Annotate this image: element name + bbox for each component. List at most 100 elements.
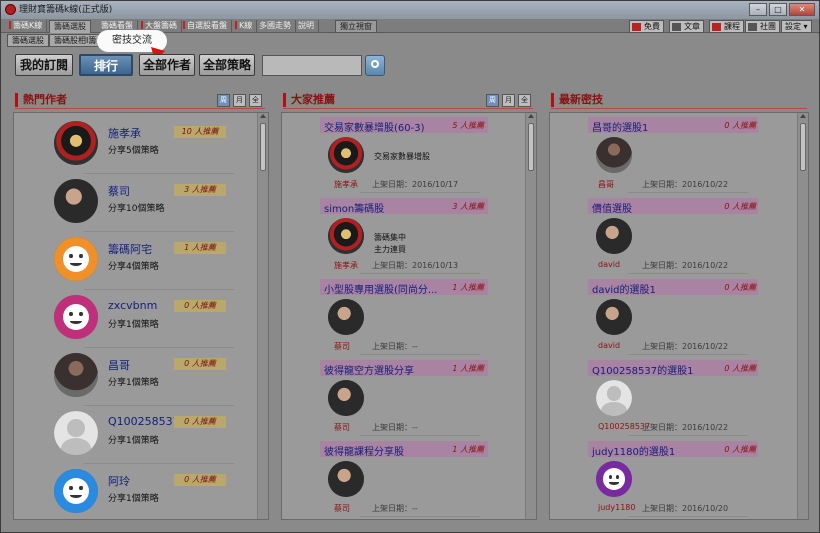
ranking-button[interactable]: 排行 <box>79 54 133 76</box>
avatar[interactable] <box>54 179 98 223</box>
strategy-card[interactable]: judy1180的選股1 0 人推薦 judy1180 上架日期：2016/10… <box>588 441 760 519</box>
strategy-title[interactable]: Q100258537的選股1 <box>592 362 694 377</box>
free-button[interactable]: 免費 <box>629 20 664 33</box>
period-month[interactable]: 月 <box>233 94 246 107</box>
recommend-badge: 0 人推薦 <box>174 300 226 312</box>
strategy-title[interactable]: 小型股專用選股(同尚分... <box>324 281 437 296</box>
tab-k[interactable]: K線 <box>231 20 258 33</box>
author-item[interactable]: 籌碼阿宅 分享4個策略 1 人推薦 <box>54 237 264 290</box>
author-name[interactable]: zxcvbnm <box>108 299 157 312</box>
latest-scrollbar[interactable] <box>797 113 808 519</box>
strategy-title[interactable]: david的選股1 <box>592 281 656 296</box>
strategy-title[interactable]: 昌哥的選股1 <box>592 119 648 134</box>
author-name[interactable]: 蔡司 <box>334 503 350 514</box>
author-item[interactable]: 施孝承 分享5個策略 10 人推薦 <box>54 121 264 174</box>
author-name[interactable]: david <box>598 341 620 350</box>
minimize-button[interactable]: – <box>749 3 767 16</box>
avatar[interactable] <box>54 121 98 165</box>
author-item[interactable]: 阿玲 分享1個策略 0 人推薦 <box>54 469 264 519</box>
all-strategies-button[interactable]: 全部策略 <box>199 54 255 76</box>
recommend-count: 0 人推薦 <box>724 202 756 211</box>
subtab-chip-picker[interactable]: 籌碼選股 <box>7 34 49 47</box>
subtab-chip-related[interactable]: 籌碼股相I籌 <box>49 34 102 47</box>
avatar[interactable] <box>596 137 632 173</box>
author-item[interactable]: zxcvbnm 分享1個策略 0 人推薦 <box>54 295 264 348</box>
author-name[interactable]: 施孝承 <box>334 260 358 271</box>
avatar[interactable] <box>596 218 632 254</box>
window-title: 理財寶籌碼k線(正式版) <box>19 5 113 15</box>
author-name[interactable]: 施孝承 <box>108 125 141 141</box>
strategy-title[interactable]: 彼得龍課程分享股 <box>324 443 404 458</box>
search-input[interactable] <box>262 55 362 76</box>
avatar[interactable] <box>328 299 364 335</box>
strategy-card[interactable]: 彼得龍課程分享股 1 人推薦 蔡司 上架日期：-- <box>320 441 492 519</box>
latest-divider <box>551 108 807 109</box>
tab-watchlist[interactable]: 自選股看盤 <box>179 20 232 33</box>
avatar[interactable] <box>54 411 98 455</box>
detach-window-button[interactable]: 獨立視窗 <box>335 20 377 33</box>
search-button[interactable] <box>365 55 385 76</box>
settings-button[interactable]: 設定 ▾ <box>781 20 812 33</box>
author-name[interactable]: 蔡司 <box>334 341 350 352</box>
rec-period-month[interactable]: 月 <box>502 94 515 107</box>
strategy-card[interactable]: Q100258537的選股1 0 人推薦 Q100258537 上架日期：201… <box>588 360 760 440</box>
tab-help[interactable]: 說明 <box>294 20 319 33</box>
author-name[interactable]: 昌哥 <box>598 179 614 190</box>
rec-period-week[interactable]: 周 <box>486 94 499 107</box>
maximize-button[interactable]: □ <box>769 3 787 16</box>
recommend-count: 0 人推薦 <box>724 364 756 373</box>
author-item[interactable]: 昌哥 分享1個策略 0 人推薦 <box>54 353 264 406</box>
rec-scrollbar[interactable] <box>525 113 536 519</box>
tab-kline[interactable]: 籌碼K線 <box>5 20 48 33</box>
author-name[interactable]: david <box>598 260 620 269</box>
avatar[interactable] <box>328 461 364 497</box>
avatar[interactable] <box>54 469 98 513</box>
strategy-card[interactable]: 昌哥的選股1 0 人推薦 昌哥 上架日期：2016/10/22 <box>588 117 760 197</box>
strategy-title[interactable]: 價值選股 <box>592 200 632 215</box>
recommended-panel: 交易家數暴增股(60-3) 5 人推薦 交易家數暴增股 施孝承 上架日期：201… <box>281 112 537 520</box>
avatar[interactable] <box>596 461 632 497</box>
author-name[interactable]: Q100258537 <box>108 415 180 428</box>
strategy-card[interactable]: 小型股專用選股(同尚分... 1 人推薦 蔡司 上架日期：-- <box>320 279 492 359</box>
strategy-card[interactable]: 價值選股 0 人推薦 david 上架日期：2016/10/22 <box>588 198 760 278</box>
all-authors-button[interactable]: 全部作者 <box>139 54 195 76</box>
course-button[interactable]: 課程 <box>709 20 744 33</box>
avatar[interactable] <box>54 237 98 281</box>
strategy-title[interactable]: judy1180的選股1 <box>592 443 675 458</box>
author-name[interactable]: 蔡司 <box>108 183 130 199</box>
tab-stock-picker[interactable]: 籌碼選股 <box>49 20 91 33</box>
author-name[interactable]: 昌哥 <box>108 357 130 373</box>
author-item[interactable]: 蔡司 分享10個策略 3 人推薦 <box>54 179 264 232</box>
community-button[interactable]: 社團 <box>745 20 780 33</box>
strategy-title[interactable]: 交易家數暴增股(60-3) <box>324 119 425 134</box>
article-button[interactable]: 文章 <box>669 20 704 33</box>
strategy-card[interactable]: simon籌碼股 3 人推薦 籌碼集中 主力連買 施孝承 上架日期：2016/1… <box>320 198 492 278</box>
rec-period-all[interactable]: 全 <box>518 94 531 107</box>
avatar[interactable] <box>328 218 364 254</box>
tab-multi-country[interactable]: 多國走勢 <box>255 20 296 33</box>
avatar[interactable] <box>328 137 364 173</box>
period-all[interactable]: 全 <box>249 94 262 107</box>
avatar[interactable] <box>596 299 632 335</box>
strategy-title[interactable]: 彼得龍空方選股分享 <box>324 362 414 377</box>
author-name[interactable]: 施孝承 <box>334 179 358 190</box>
author-name[interactable]: 籌碼阿宅 <box>108 241 152 257</box>
avatar[interactable] <box>596 380 632 416</box>
avatar[interactable] <box>328 380 364 416</box>
avatar[interactable] <box>54 295 98 339</box>
period-week[interactable]: 周 <box>217 94 230 107</box>
author-name[interactable]: judy1180 <box>598 503 635 512</box>
recommend-badge: 1 人推薦 <box>174 242 226 254</box>
close-button[interactable]: ✕ <box>789 3 815 16</box>
strategy-title[interactable]: simon籌碼股 <box>324 200 384 215</box>
strategy-description: 交易家數暴增股 <box>374 152 430 161</box>
strategy-card[interactable]: david的選股1 0 人推薦 david 上架日期：2016/10/22 <box>588 279 760 359</box>
avatar[interactable] <box>54 353 98 397</box>
my-subscriptions-button[interactable]: 我的訂閱 <box>15 54 73 76</box>
strategy-card[interactable]: 交易家數暴增股(60-3) 5 人推薦 交易家數暴增股 施孝承 上架日期：201… <box>320 117 492 197</box>
rec-divider <box>283 108 533 109</box>
author-name[interactable]: 阿玲 <box>108 473 130 489</box>
author-name[interactable]: 蔡司 <box>334 422 350 433</box>
author-item[interactable]: Q100258537 分享1個策略 0 人推薦 <box>54 411 264 464</box>
strategy-card[interactable]: 彼得龍空方選股分享 1 人推薦 蔡司 上架日期：-- <box>320 360 492 440</box>
